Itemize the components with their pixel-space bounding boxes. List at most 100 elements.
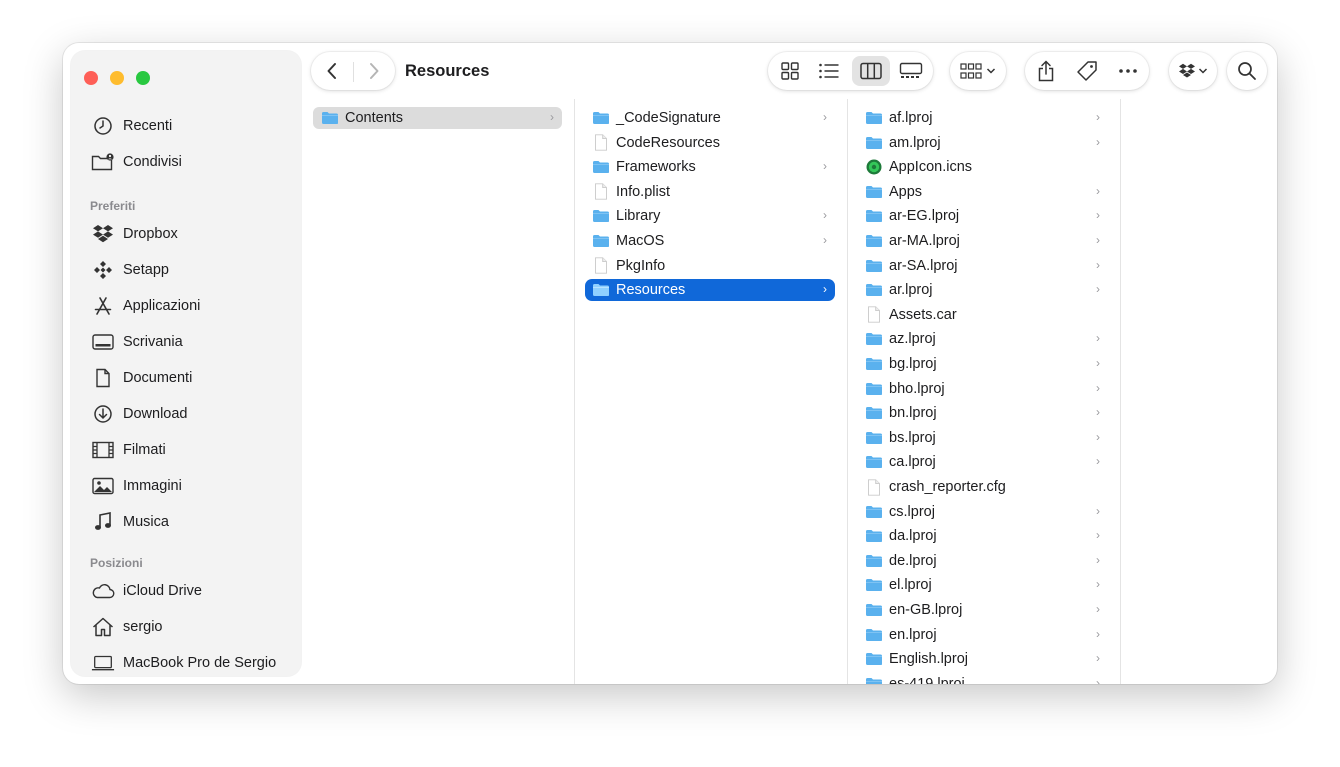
list-item[interactable]: el.lproj ›	[858, 574, 1108, 596]
share-icon	[1038, 60, 1054, 82]
close-button[interactable]	[84, 71, 98, 85]
sidebar-item-setapp[interactable]: Setapp	[83, 255, 289, 285]
file-name: am.lproj	[889, 134, 941, 151]
list-item[interactable]: bg.lproj ›	[858, 353, 1108, 375]
file-name: ca.lproj	[889, 454, 936, 471]
file-name: AppIcon.icns	[889, 159, 973, 176]
list-item[interactable]: es-419.lproj ›	[858, 673, 1108, 684]
group-by-button[interactable]	[950, 52, 1006, 90]
sidebar-item-recenti[interactable]: Recenti	[83, 111, 289, 141]
share-button[interactable]	[1027, 52, 1065, 90]
sidebar-item-scrivania[interactable]: Scrivania	[83, 327, 289, 357]
chevron-right-icon: ›	[1096, 356, 1100, 370]
chevron-right-icon: ›	[823, 233, 827, 247]
list-item[interactable]: English.lproj ›	[858, 648, 1108, 670]
chevron-left-icon	[327, 63, 336, 79]
list-item[interactable]: cs.lproj ›	[858, 501, 1108, 523]
list-item[interactable]: da.lproj ›	[858, 525, 1108, 547]
chevron-right-icon: ›	[823, 282, 827, 297]
chevron-right-icon: ›	[823, 208, 827, 223]
sidebar-item-immagini[interactable]: Immagini	[83, 471, 289, 501]
list-item[interactable]: Info.plist	[585, 181, 835, 203]
list-item[interactable]: Frameworks ›	[585, 156, 835, 178]
minimize-button[interactable]	[110, 71, 124, 85]
download-icon	[91, 402, 115, 426]
list-item[interactable]: crash_reporter.cfg	[858, 476, 1108, 498]
list-item[interactable]: en.lproj ›	[858, 624, 1108, 646]
more-button[interactable]	[1109, 52, 1147, 90]
list-item[interactable]: Assets.car	[858, 304, 1108, 326]
chevron-right-icon: ›	[1096, 503, 1100, 518]
folder-icon	[865, 381, 883, 397]
document-icon	[865, 306, 883, 323]
file-name: Resources	[616, 282, 686, 299]
file-name: es-419.lproj	[889, 675, 965, 684]
list-item[interactable]: ar-EG.lproj ›	[858, 205, 1108, 227]
sidebar-item-sergio[interactable]: sergio	[83, 612, 289, 642]
folder-icon	[865, 651, 883, 667]
file-name: ar-SA.lproj	[889, 257, 958, 274]
list-item[interactable]: PkgInfo	[585, 255, 835, 277]
list-item[interactable]: bn.lproj ›	[858, 402, 1108, 424]
sidebar-item-documenti[interactable]: Documenti	[83, 363, 289, 393]
list-item[interactable]: de.lproj ›	[858, 550, 1108, 572]
photo-icon	[91, 474, 115, 498]
list-item[interactable]: ca.lproj ›	[858, 451, 1108, 473]
folder-icon	[865, 504, 883, 520]
sidebar-item-download[interactable]: Download	[83, 399, 289, 429]
folder-icon	[865, 405, 883, 421]
list-item[interactable]: az.lproj ›	[858, 328, 1108, 350]
list-view-button[interactable]	[810, 52, 848, 90]
list-item[interactable]: AppIcon.icns	[858, 156, 1108, 178]
sidebar-item-applicazioni[interactable]: Applicazioni	[83, 291, 289, 321]
folder-icon	[865, 110, 883, 126]
app-icon-file-icon	[865, 159, 883, 175]
dropbox-button[interactable]	[1169, 52, 1217, 90]
forward-button[interactable]	[353, 52, 395, 90]
sidebar-item-filmati[interactable]: Filmati	[83, 435, 289, 465]
sidebar-item-icloud-drive[interactable]: iCloud Drive	[83, 576, 289, 606]
list-item[interactable]: bho.lproj ›	[858, 378, 1108, 400]
sidebar-item-musica[interactable]: Musica	[83, 507, 289, 537]
chevron-right-icon: ›	[1096, 134, 1100, 149]
list-item[interactable]: ar-MA.lproj ›	[858, 230, 1108, 252]
chevron-right-icon: ›	[1096, 183, 1100, 198]
file-name: en.lproj	[889, 626, 937, 643]
tag-button[interactable]	[1068, 52, 1106, 90]
list-item[interactable]: Apps ›	[858, 181, 1108, 203]
search-button[interactable]	[1227, 52, 1267, 90]
file-name: Library	[616, 208, 661, 225]
chevron-right-icon: ›	[1096, 380, 1100, 395]
list-item[interactable]: am.lproj ›	[858, 132, 1108, 154]
sidebar-item-macbook[interactable]: MacBook Pro de Sergio	[83, 648, 289, 678]
list-item[interactable]: _CodeSignature ›	[585, 107, 835, 129]
list-item[interactable]: Library ›	[585, 205, 835, 227]
sidebar-item-label: Scrivania	[123, 334, 183, 350]
sidebar-item-condivisi[interactable]: Condivisi	[83, 147, 289, 177]
list-item[interactable]: CodeResources	[585, 132, 835, 154]
list-item[interactable]: Contents ›	[313, 107, 562, 129]
list-item[interactable]: ar-SA.lproj ›	[858, 255, 1108, 277]
window-title: Resources	[405, 62, 490, 80]
list-item[interactable]: Resources ›	[585, 279, 835, 302]
list-item[interactable]: ar.lproj ›	[858, 279, 1108, 301]
zoom-button[interactable]	[136, 71, 150, 85]
gallery-view-button[interactable]	[892, 52, 930, 90]
list-item[interactable]: MacOS ›	[585, 230, 835, 252]
list-item[interactable]: en-GB.lproj ›	[858, 599, 1108, 621]
group-by-control	[950, 52, 1006, 90]
sidebar-item-dropbox[interactable]: Dropbox	[83, 219, 289, 249]
folder-icon	[865, 577, 883, 593]
list-item[interactable]: af.lproj ›	[858, 107, 1108, 129]
grid-view-button[interactable]	[771, 52, 809, 90]
file-name: Info.plist	[616, 183, 670, 200]
column-view-button[interactable]	[852, 56, 890, 86]
folder-icon	[865, 553, 883, 569]
back-button[interactable]	[311, 52, 353, 90]
file-name: Apps	[889, 183, 923, 200]
file-name: ar-MA.lproj	[889, 233, 960, 249]
chevron-right-icon: ›	[1096, 626, 1100, 641]
folder-icon	[865, 528, 883, 544]
list-item[interactable]: bs.lproj ›	[858, 427, 1108, 449]
folder-icon	[865, 676, 883, 684]
